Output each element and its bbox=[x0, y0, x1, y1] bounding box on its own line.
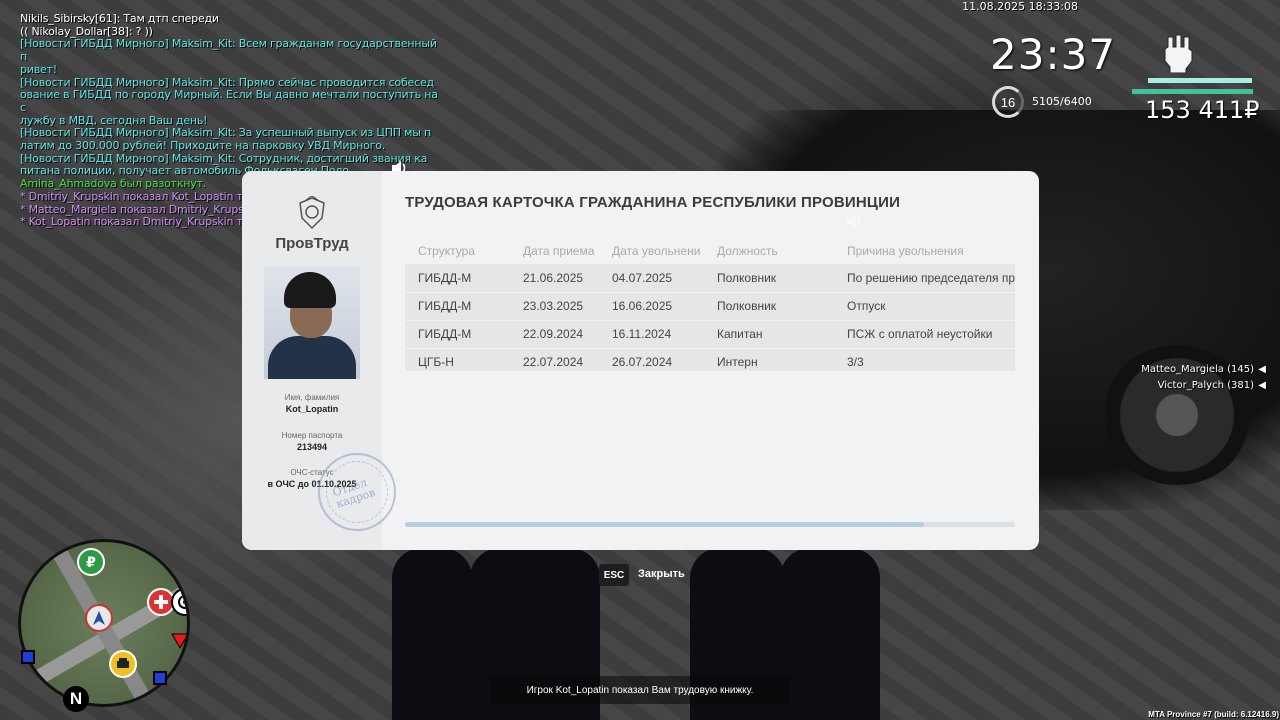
table-cell: Капитан bbox=[704, 319, 834, 348]
table-cell: ПСЖ с оплатой неустойки bbox=[834, 319, 1015, 348]
table-row: ГИБДД-М 23.03.2025 16.06.2025 Полковник … bbox=[405, 291, 1015, 320]
speaker-icon: ◀ bbox=[1258, 364, 1266, 375]
car-shop-icon bbox=[109, 650, 137, 678]
column-header: Дата увольнени bbox=[612, 243, 701, 258]
player-arrow-icon bbox=[85, 604, 113, 632]
chat-line: ование в ГИБДД по городу Мирный. Если Вы… bbox=[20, 88, 442, 114]
table-row: ЦГБ-Н 22.07.2024 26.07.2024 Интерн 3/3 bbox=[405, 347, 1015, 371]
close-button[interactable]: Закрыть bbox=[638, 568, 685, 580]
table-cell: ЦГБ-Н bbox=[405, 347, 510, 371]
level-badge: 16 bbox=[992, 86, 1024, 118]
xp-counter: 5105/6400 bbox=[1032, 95, 1092, 108]
emblem-icon bbox=[299, 196, 325, 230]
name-label: Имя, фамилия bbox=[284, 393, 340, 402]
level-value: 16 bbox=[1000, 94, 1016, 110]
passport-label: Номер паспорта bbox=[281, 431, 343, 440]
column-header: Должность bbox=[717, 243, 778, 258]
notification-text: Игрок Kot_Lopatin показал Вам трудовую к… bbox=[526, 684, 754, 696]
table-cell: ГИБДД-М bbox=[405, 319, 510, 348]
speaker-icon: ◀ bbox=[1258, 380, 1266, 391]
notification-bar: Игрок Kot_Lopatin показал Вам трудовую к… bbox=[490, 676, 790, 704]
build-info: MTA Province #7 (build: 6.12416.9) bbox=[1148, 710, 1279, 719]
table-cell: 3/3 bbox=[834, 347, 1015, 371]
table-cell: 22.07.2024 bbox=[510, 347, 599, 371]
table-cell: 22.09.2024 bbox=[510, 319, 599, 348]
game-clock: 23:37 bbox=[990, 30, 1117, 79]
money-display: 153 411₽ bbox=[1145, 96, 1260, 124]
north-indicator: N bbox=[63, 686, 89, 712]
hr-stamp: Отдел кадров bbox=[318, 453, 396, 531]
nearby-player-item: Matteo_Margiela (145) ◀ bbox=[1141, 362, 1266, 378]
nearby-player-item: Victor_Palych (381) ◀ bbox=[1141, 378, 1266, 394]
armor-bar bbox=[1132, 89, 1253, 94]
table-cell: 21.06.2025 bbox=[523, 270, 584, 285]
scrollbar-thumb[interactable] bbox=[405, 522, 924, 527]
table-cell: Интерн bbox=[704, 347, 834, 371]
chat-line: [Новости ГИБДД Мирного] Maksim_Kit: Всем… bbox=[20, 37, 441, 64]
card-title: ТРУДОВАЯ КАРТОЧКА ГРАЖДАНИНА РЕСПУБЛИКИ … bbox=[405, 194, 901, 211]
background-person bbox=[392, 548, 472, 720]
table-cell: ГИБДД-М bbox=[418, 270, 472, 285]
table-cell: 16.06.2025 bbox=[599, 291, 704, 320]
blip-square-icon bbox=[21, 650, 35, 664]
table-cell: ГИБДД-М bbox=[405, 291, 510, 320]
column-header: Причина увольнения bbox=[847, 243, 964, 258]
speaker-icon bbox=[847, 214, 861, 228]
org-name: ПровТруд bbox=[275, 235, 349, 252]
health-bar bbox=[1148, 78, 1252, 83]
table-cell: 04.07.2025 bbox=[612, 270, 673, 285]
fist-icon bbox=[1164, 34, 1193, 73]
waypoint-triangle-icon bbox=[171, 633, 187, 650]
table-cell: 26.07.2024 bbox=[599, 347, 704, 371]
table-cell: По решению председателя пр bbox=[847, 270, 1015, 285]
employment-table: Структура Дата приема Дата увольнени Дол… bbox=[405, 237, 1015, 371]
table-cell: Отпуск bbox=[834, 291, 1015, 320]
chat-line: латим до 300.000 рублей! Приходите на па… bbox=[20, 139, 386, 153]
chat-line: Nikils_Sibirsky[61]: Там дтп спереди bbox=[20, 12, 219, 25]
column-header: Дата приема bbox=[523, 243, 595, 258]
table-cell: 23.03.2025 bbox=[510, 291, 599, 320]
table-row: ГИБДД-М 22.09.2024 16.11.2024 Капитан ПС… bbox=[405, 319, 1015, 348]
table-cell: Полковник bbox=[704, 291, 834, 320]
card-sidebar: ПровТруд Имя, фамилия Kot_Lopatin Номер … bbox=[242, 171, 396, 550]
scrollbar[interactable] bbox=[405, 522, 1015, 527]
esc-key[interactable]: ESC bbox=[599, 564, 629, 586]
table-header: Структура Дата приема Дата увольнени Дол… bbox=[405, 237, 1015, 264]
datetime: 11.08.2025 18:33:08 bbox=[962, 0, 1078, 13]
blip-square-icon bbox=[153, 671, 167, 685]
nearby-players: Matteo_Margiela (145) ◀ Victor_Palych (38… bbox=[1141, 362, 1266, 394]
target-icon bbox=[171, 588, 187, 616]
background-person bbox=[780, 548, 880, 720]
ruble-icon: ₽ bbox=[77, 548, 105, 576]
employment-card: ПровТруд Имя, фамилия Kot_Lopatin Номер … bbox=[242, 171, 1039, 550]
passport-value: 213494 bbox=[296, 442, 328, 452]
table-row: ГИБДД-М 21.06.2025 04.07.2025 Полковник … bbox=[405, 264, 1015, 292]
table-cell: Полковник bbox=[717, 270, 777, 285]
table-cell: 16.11.2024 bbox=[599, 319, 704, 348]
name-value: Kot_Lopatin bbox=[285, 404, 339, 414]
citizen-photo bbox=[264, 266, 360, 379]
chat-line: ривет! bbox=[20, 62, 57, 76]
column-header: Структура bbox=[418, 243, 475, 258]
